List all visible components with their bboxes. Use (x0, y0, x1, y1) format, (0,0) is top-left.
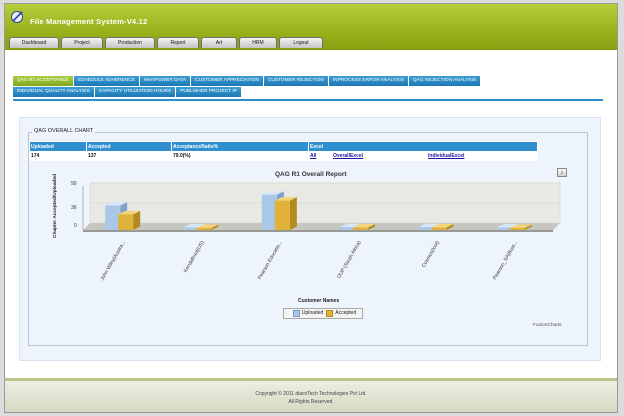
report-tab[interactable]: QAG REJECTION ANALYSIS (408, 76, 481, 86)
report-tabs-row-2: INDIVIDUAL QUALITY ANALYSIS CAPACITY UTIL… (13, 87, 603, 97)
y-tick-label: 36 (71, 205, 77, 211)
accepted-swatch (326, 310, 334, 317)
nav-tab-dashboard[interactable]: Dashboard (9, 37, 59, 48)
divider (13, 99, 603, 101)
y-tick-label: 90 (71, 181, 77, 187)
app-header: File Management System-V4.12 Dashboard Pr… (5, 4, 617, 50)
chart-credit: FusionCharts (533, 323, 562, 328)
header-uploaded: Uploaded (29, 141, 87, 152)
app-title: File Management System-V4.12 (30, 17, 148, 26)
export-chart-icon[interactable]: ⤓ (557, 168, 567, 177)
chart-legend: Uploaded Accepted (283, 308, 363, 319)
report-tab[interactable]: CUSTOMER APPRECIATION (191, 76, 263, 86)
legend-uploaded: Uploaded (301, 310, 324, 316)
report-tab[interactable]: MANPOWER DATA (139, 76, 191, 86)
nav-tab-hrm[interactable]: HRM (239, 37, 277, 48)
value-accepted: 137 (86, 151, 172, 161)
report-tab[interactable]: CAPACITY UTILIZATION HOURS (94, 87, 176, 97)
report-tab[interactable]: INDIVIDUAL QUALITY ANALYSIS (13, 87, 94, 97)
link-all[interactable]: All (310, 153, 316, 159)
nav-tab-report[interactable]: Report (157, 37, 199, 48)
report-tabs: QAG R1 ACCEPTANCE SCHEDULE ADHERENCE MANPO… (13, 76, 603, 98)
report-tabs-row-1: QAG R1 ACCEPTANCE SCHEDULE ADHERENCE MANPO… (13, 76, 603, 86)
y-axis-label: Chapter Accepted/Uploaded (53, 173, 58, 238)
report-tab[interactable]: INPROCESS ERROR ANALYSIS (328, 76, 408, 86)
report-tab[interactable]: SCHEDULE ADHERENCE (73, 76, 139, 86)
app-window: File Management System-V4.12 Dashboard Pr… (4, 3, 618, 413)
uploaded-swatch (292, 310, 300, 317)
report-tab[interactable]: PUBLISHER PROJECT IP (176, 87, 241, 97)
value-uploaded: 174 (29, 151, 87, 161)
summary-table: Uploaded Accepted AcceptanceRatio% Excel… (29, 141, 538, 161)
report-tab[interactable]: CUSTOMER REJECTION (263, 76, 328, 86)
summary-header-row: Uploaded Accepted AcceptanceRatio% Excel (29, 141, 538, 152)
report-tab[interactable]: QAG R1 ACCEPTANCE (13, 76, 73, 86)
y-tick-label: 0 (74, 223, 77, 229)
main-nav: Dashboard Project Production Report Art HRM Lo… (9, 37, 325, 50)
rights-text: All Rights Reserved. (288, 399, 334, 405)
summary-data-row: 174 137 79.0(%) All OverallExcel Individ… (29, 151, 538, 161)
chart-title: QAG R1 Overall Report (275, 171, 347, 178)
x-axis-label: Customer Names (298, 298, 340, 304)
nav-tab-production[interactable]: Production (105, 37, 155, 48)
footer: Copyright © 2011 diacriTech Technologies… (5, 378, 617, 412)
nav-tab-art[interactable]: Art (201, 37, 237, 48)
copyright-text: Copyright © 2011 diacriTech Technologies… (255, 391, 367, 397)
header-accepted: Accepted (86, 141, 172, 152)
panel-legend: QAG OVERALL CHART (32, 128, 96, 134)
header-ratio: AcceptanceRatio% (171, 141, 309, 152)
link-individual-excel[interactable]: IndividualExcel (428, 153, 464, 159)
nav-tab-project[interactable]: Project (61, 37, 103, 48)
value-ratio: 79.0(%) (171, 151, 309, 161)
link-overall-excel[interactable]: OverallExcel (333, 153, 363, 159)
header-excel: Excel (308, 141, 538, 152)
nav-tab-logout[interactable]: Logout (279, 37, 323, 48)
legend-accepted: Accepted (335, 310, 357, 316)
app-logo-icon (11, 11, 23, 23)
